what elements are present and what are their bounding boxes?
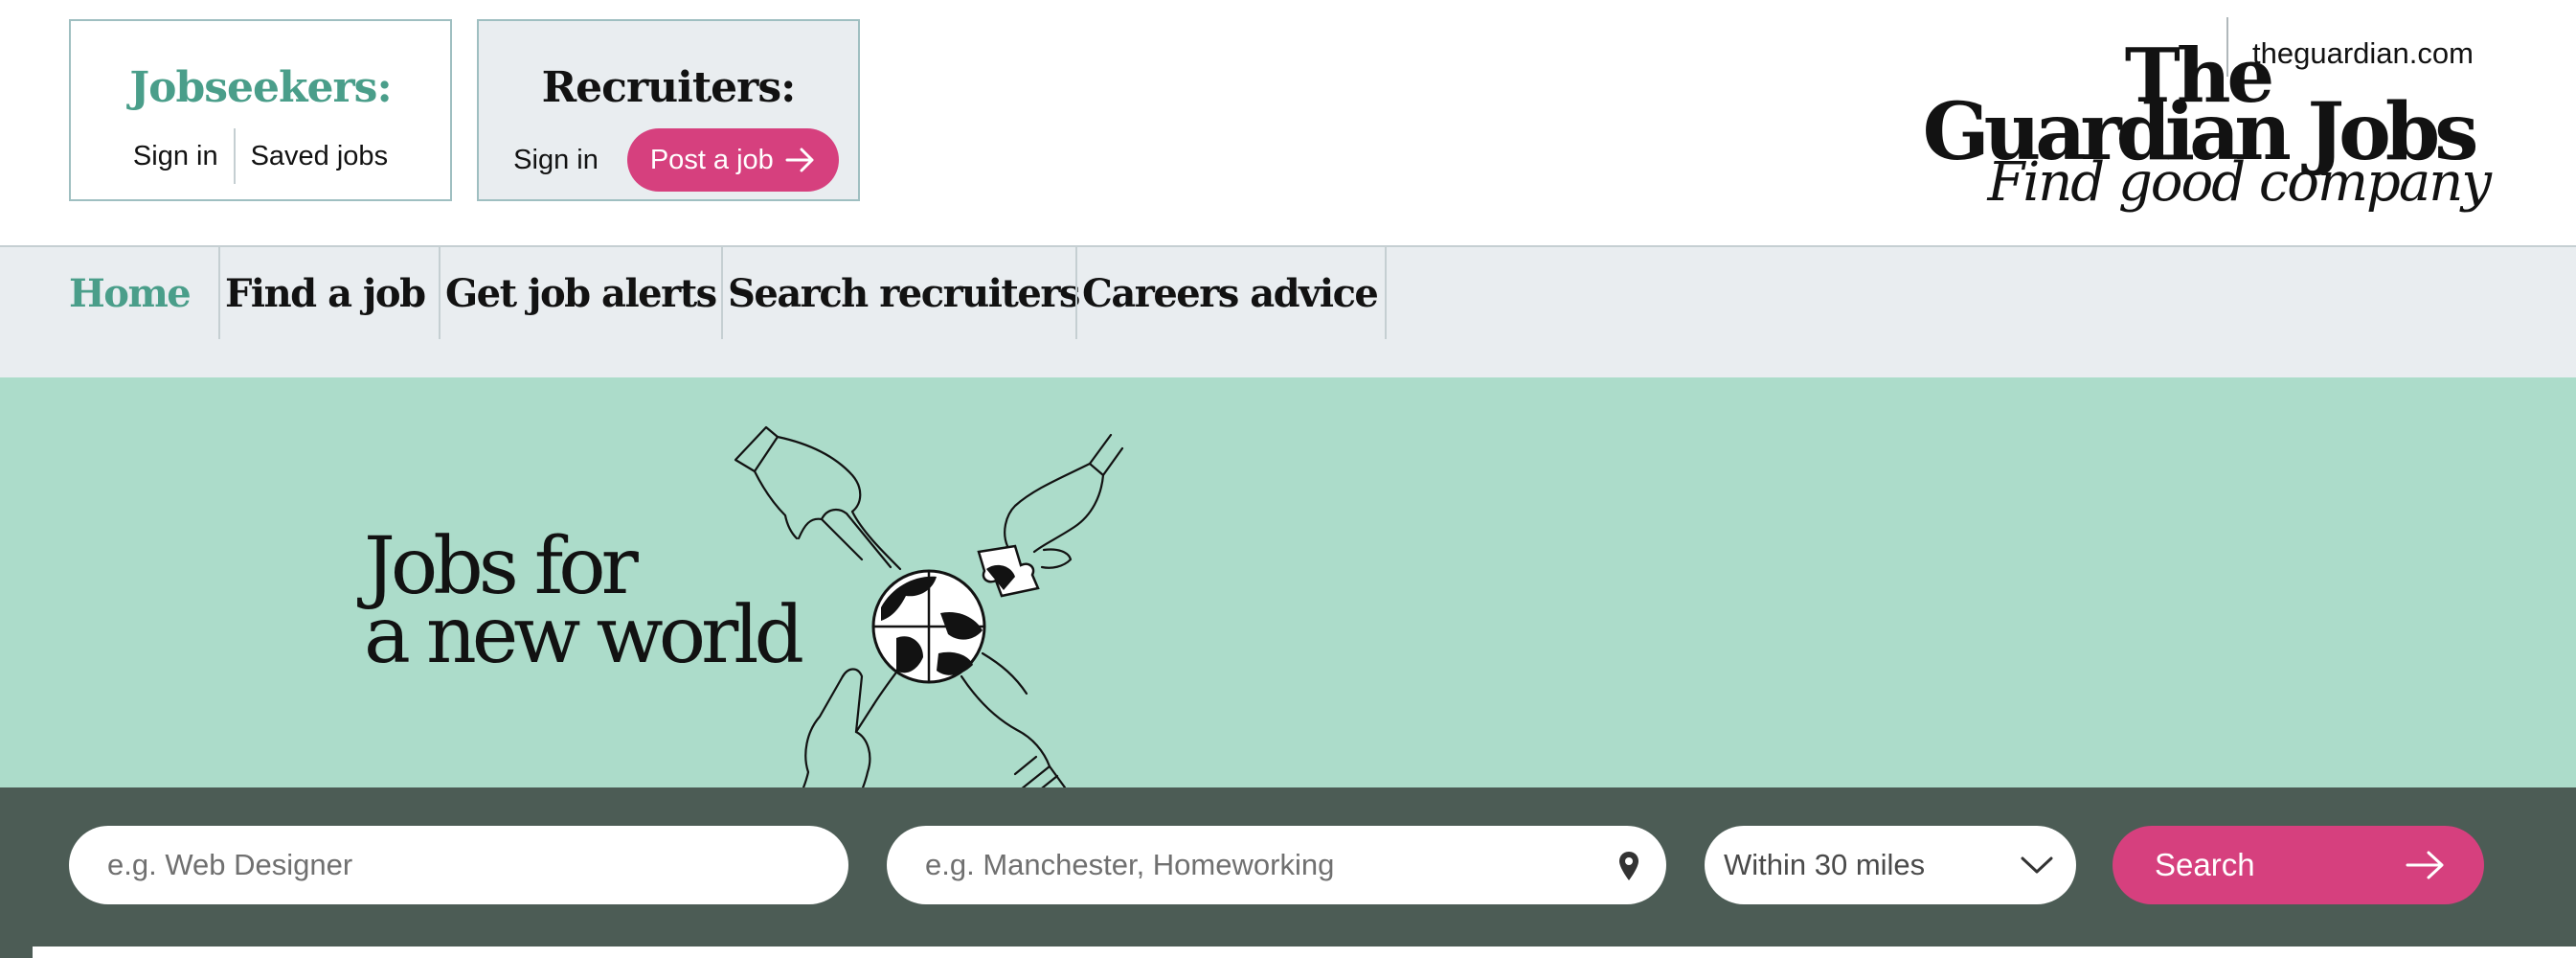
nav-find-a-job[interactable]: Find a job [225,247,426,339]
post-a-job-button[interactable]: Post a job [626,128,839,192]
hands-globe-puzzle-illustration [734,425,1124,787]
jobseekers-panel: Jobseekers: Sign in Saved jobs [69,19,452,201]
location-pin-icon [1619,852,1638,880]
saved-jobs-link[interactable]: Saved jobs [236,131,404,182]
hero-banner: Jobs for a new world [0,377,2576,787]
location-field [887,826,1666,904]
recruiters-sign-in-link[interactable]: Sign in [498,135,614,186]
nav-careers-advice[interactable]: Careers advice [1082,247,1379,339]
nav-separator [1385,247,1387,339]
content-start [33,947,2576,958]
location-input[interactable] [887,848,1666,882]
jobseekers-sign-in-link[interactable]: Sign in [118,131,234,182]
radius-select[interactable]: Within 30 miles [1705,826,2076,904]
logo-tagline: Find good company [1987,151,2492,214]
chevron-down-icon [2021,856,2053,874]
main-nav: Home Find a job Get job alerts Search re… [0,245,2576,377]
site-header: Jobseekers: Sign in Saved jobs Recruiter… [0,0,2576,245]
arrow-right-icon [2406,851,2444,879]
nav-separator [1075,247,1077,339]
jobseekers-title: Jobseekers: [129,63,392,112]
nav-separator [439,247,441,339]
content-edge [0,943,2576,958]
keyword-input[interactable] [69,848,848,882]
recruiters-panel: Recruiters: Sign in Post a job [477,19,860,201]
nav-home[interactable]: Home [69,247,192,339]
nav-separator [721,247,723,339]
recruiters-links: Sign in Post a job [479,128,858,192]
job-search-bar: Within 30 miles Search [0,787,2576,943]
recruiters-title: Recruiters: [541,63,797,112]
jobseekers-links: Sign in Saved jobs [71,128,450,184]
nav-get-job-alerts[interactable]: Get job alerts [445,247,717,339]
nav-search-recruiters[interactable]: Search recruiters [728,247,1080,339]
keyword-field [69,826,848,904]
radius-value: Within 30 miles [1724,848,1926,881]
guardian-jobs-logo[interactable]: The Guardian Jobs Find good company [1906,38,2492,220]
search-button[interactable]: Search [2113,826,2484,904]
nav-separator [218,247,220,339]
search-button-label: Search [2155,847,2255,882]
arrow-right-icon [785,148,814,172]
post-a-job-label: Post a job [649,144,774,175]
